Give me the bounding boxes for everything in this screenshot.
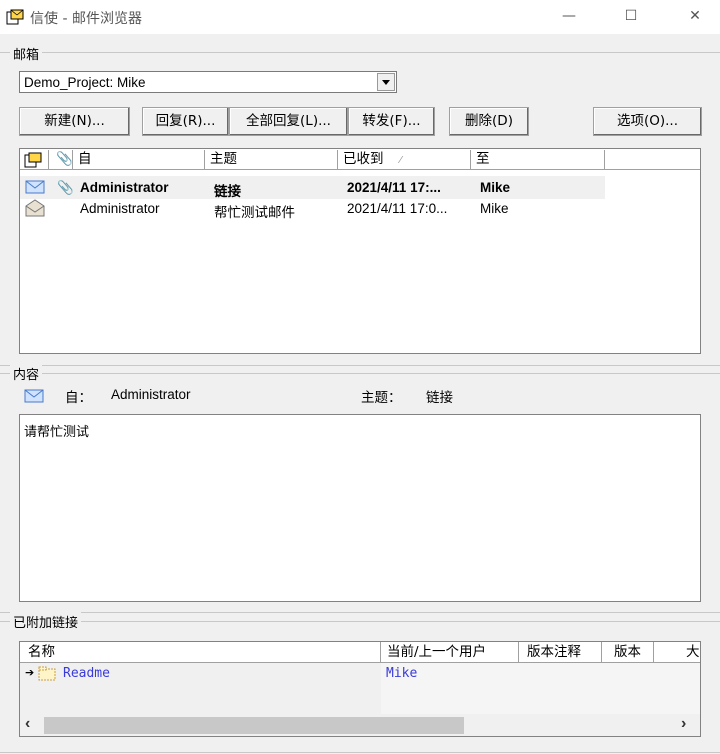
options-button[interactable]: 选项(O)... — [593, 107, 702, 136]
app-envelope-icon — [6, 9, 24, 25]
column-header-received-label: 已收到 — [343, 151, 384, 167]
message-to: Mike — [480, 180, 511, 195]
unread-envelope-icon — [25, 180, 45, 194]
message-received: 2021/4/11 17:0... — [347, 201, 448, 216]
close-button[interactable]: ✕ — [672, 0, 718, 34]
message-received: 2021/4/11 17:... — [347, 180, 441, 195]
paperclip-icon: 📎 — [56, 151, 73, 167]
message-row[interactable]: Administrator 帮忙测试邮件 2021/4/11 17:0... M… — [20, 199, 605, 222]
subject-label: 主题： — [361, 390, 402, 406]
mailbox-select[interactable]: Demo_Project: Mike — [19, 71, 397, 93]
message-body-text: 请帮忙测试 — [24, 425, 90, 440]
dropdown-button[interactable] — [377, 73, 395, 91]
arrow-right-icon: ➔ — [25, 667, 35, 679]
from-value: Administrator — [111, 387, 191, 402]
subject-value: 链接 — [426, 390, 453, 406]
forward-button[interactable]: 转发(F)... — [348, 107, 435, 136]
message-subject: 链接 — [214, 184, 241, 200]
message-subject: 帮忙测试邮件 — [214, 205, 295, 221]
chevron-down-icon — [382, 80, 390, 85]
column-header-name[interactable]: 名称 — [20, 642, 381, 663]
message-body[interactable]: 请帮忙测试 — [19, 414, 701, 602]
message-from: Administrator — [80, 180, 169, 195]
message-list-header: 📎 自 主题 已收到 ⁄ 至 — [20, 149, 700, 171]
column-header-icon[interactable] — [20, 150, 49, 170]
new-button[interactable]: 新建(N)... — [19, 107, 130, 136]
maximize-button[interactable]: ☐ — [608, 0, 654, 34]
attachments-list[interactable]: 名称 当前/上一个用户 版本注释 版本 大 ➔ Readme Mike ‹ › — [19, 641, 701, 737]
column-header-current-user[interactable]: 当前/上一个用户 — [381, 642, 519, 663]
message-to: Mike — [480, 201, 509, 216]
envelope-icon — [24, 389, 44, 403]
minimize-button[interactable]: — — [546, 0, 592, 34]
reply-button[interactable]: 回复(R)... — [142, 107, 229, 136]
scroll-left-icon[interactable]: ‹ — [25, 715, 30, 733]
attachment-row[interactable]: ➔ Readme Mike — [20, 664, 700, 684]
column-header-more[interactable]: 大 — [654, 642, 700, 663]
envelope-column-icon — [24, 152, 42, 168]
attachments-group-label: 已附加链接 — [10, 612, 82, 631]
title-bar: 信使 - 邮件浏览器 — ☐ ✕ — [0, 0, 720, 34]
folder-icon — [38, 666, 56, 681]
attachment-current-user: Mike — [386, 666, 418, 681]
attachment-name[interactable]: Readme — [63, 666, 110, 681]
mailbox-group-label: 邮箱 — [10, 44, 43, 63]
scrollbar-thumb[interactable] — [44, 717, 464, 734]
message-list[interactable]: 📎 自 主题 已收到 ⁄ 至 📎 Administrator 链接 2021/4… — [19, 148, 701, 354]
column-header-received[interactable]: 已收到 ⁄ — [338, 150, 471, 170]
column-header-attachment[interactable]: 📎 — [49, 150, 73, 170]
content-group-label: 内容 — [10, 364, 43, 383]
column-header-from[interactable]: 自 — [73, 150, 205, 170]
column-header-subject[interactable]: 主题 — [205, 150, 338, 170]
column-header-version-note[interactable]: 版本注释 — [519, 642, 602, 663]
mailbox-select-value: Demo_Project: Mike — [24, 75, 146, 90]
sort-indicator-icon: ⁄ — [399, 155, 402, 166]
column-header-version[interactable]: 版本 — [602, 642, 654, 663]
reply-all-button[interactable]: 全部回复(L)... — [229, 107, 348, 136]
window-title: 信使 - 邮件浏览器 — [30, 11, 142, 27]
from-label: 自： — [65, 390, 92, 406]
read-envelope-icon — [25, 199, 45, 217]
message-row[interactable]: 📎 Administrator 链接 2021/4/11 17:... Mike — [20, 176, 605, 200]
column-header-empty[interactable] — [605, 150, 700, 170]
horizontal-scrollbar[interactable]: ‹ › — [20, 714, 700, 736]
scroll-right-icon[interactable]: › — [681, 715, 686, 733]
attachment-indicator-icon: 📎 — [57, 180, 74, 195]
column-header-to[interactable]: 至 — [471, 150, 605, 170]
message-from: Administrator — [80, 201, 160, 216]
delete-button[interactable]: 删除(D) — [449, 107, 529, 136]
